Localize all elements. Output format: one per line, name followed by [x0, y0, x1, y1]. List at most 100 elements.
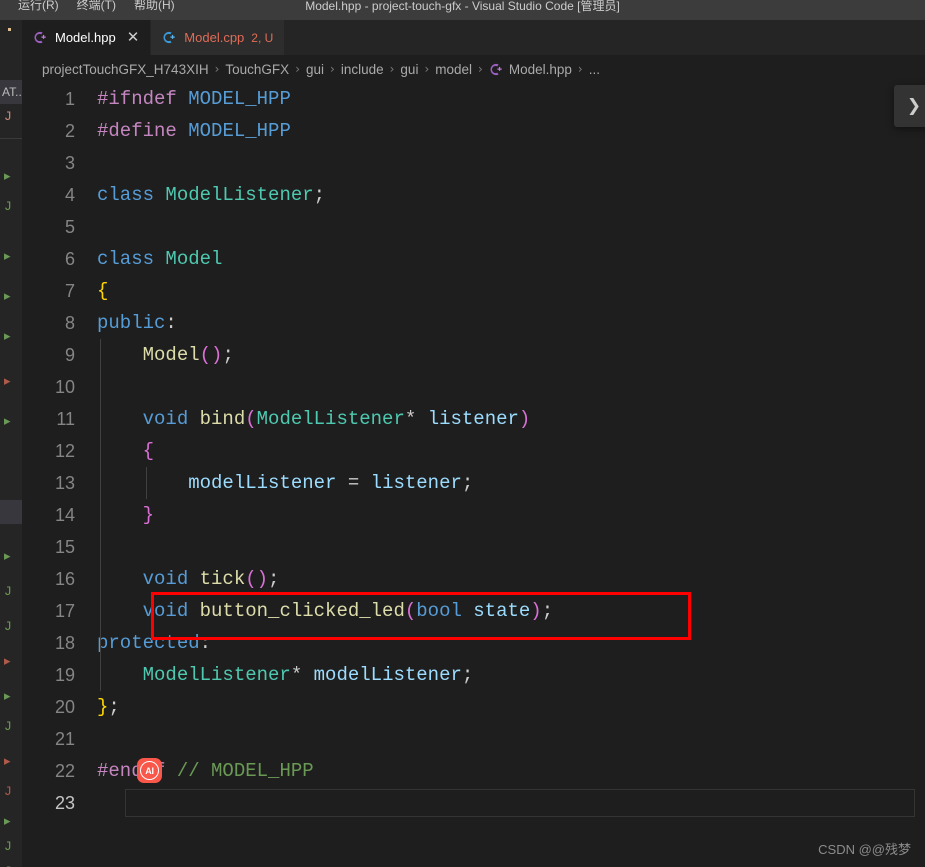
breadcrumb-separator-icon: › — [330, 62, 335, 76]
editor-tab-model-cpp[interactable]: Model.cpp 2, U — [151, 20, 286, 55]
code-line[interactable]: 17 void button_clicked_led(bool state); — [22, 595, 925, 627]
code-line-text: }; — [97, 696, 120, 718]
sidebar-divider — [0, 138, 22, 139]
sidebar-row-glyph[interactable]: ▸ — [4, 250, 14, 263]
breadcrumb-separator-icon: › — [478, 62, 483, 76]
current-line-highlight — [125, 789, 915, 817]
code-line-text: class Model — [97, 248, 223, 270]
indent-guide — [100, 403, 101, 435]
breadcrumb-item-3[interactable]: include — [341, 62, 384, 77]
menu-item-2[interactable]: 帮助(H) — [134, 0, 175, 20]
code-line[interactable]: 21 — [22, 723, 925, 755]
breadcrumb[interactable]: projectTouchGFX_H743XIH › TouchGFX › gui › inc… — [22, 55, 925, 83]
code-line[interactable]: 9 Model(); — [22, 339, 925, 371]
editor-group: Model.hpp ✕ Model.cpp 2, U projectTouchGFX_… — [22, 20, 925, 867]
code-line[interactable]: 16 void tick(); — [22, 563, 925, 595]
sidebar-row-glyph[interactable]: J — [4, 585, 14, 598]
code-line-text: void bind(ModelListener* listener) — [142, 408, 531, 430]
code-line[interactable]: 7{ — [22, 275, 925, 307]
explorer-sidebar-clipped[interactable]: AT...J▸J▸▸▸▸▸▸JJ▸▸J▸J▸JJ — [0, 20, 22, 867]
line-number: 16 — [54, 568, 75, 589]
code-line[interactable]: 11 void bind(ModelListener* listener) — [22, 403, 925, 435]
chevron-right-icon: ❯ — [906, 95, 922, 116]
sidebar-row-glyph[interactable]: ▸ — [4, 550, 14, 563]
code-line[interactable]: 23 — [22, 787, 925, 819]
sidebar-row-glyph[interactable]: ▸ — [4, 655, 14, 668]
code-line-text: public: — [97, 312, 177, 334]
line-number: 5 — [64, 216, 75, 237]
code-line[interactable]: 1 #ifndef MODEL_HPP — [22, 83, 925, 115]
line-number: 14 — [54, 504, 75, 525]
breadcrumb-separator-icon: › — [295, 62, 300, 76]
code-line[interactable]: 5 — [22, 211, 925, 243]
sidebar-row-glyph[interactable]: ▸ — [4, 170, 14, 183]
breadcrumb-item-4[interactable]: gui — [400, 62, 418, 77]
code-line-text: protected: — [97, 632, 212, 654]
breadcrumb-item-0[interactable]: projectTouchGFX_H743XIH — [42, 62, 209, 77]
code-line[interactable]: 15 — [22, 531, 925, 563]
code-line[interactable]: 3 — [22, 147, 925, 179]
code-line[interactable]: 2 #define MODEL_HPP — [22, 115, 925, 147]
cpp-source-file-icon — [162, 30, 177, 45]
line-number: 1 — [64, 88, 75, 109]
line-number: 15 — [54, 536, 75, 557]
sidebar-row-selected[interactable]: AT... — [0, 80, 22, 104]
line-number: 22 — [54, 760, 75, 781]
code-line-text: Model(); — [142, 344, 234, 366]
code-line[interactable]: 12 { — [22, 435, 925, 467]
code-line[interactable]: 19 ModelListener* modelListener; — [22, 659, 925, 691]
vscode-window: AT...J▸J▸▸▸▸▸▸JJ▸▸J▸J▸JJ Model.hpp - pro… — [0, 0, 925, 867]
sidebar-row-glyph[interactable]: ▸ — [4, 375, 14, 388]
breadcrumb-item-7[interactable]: ... — [589, 62, 600, 77]
code-editor[interactable]: 1 #ifndef MODEL_HPP 2 #define MODEL_HPP 3 4 cl… — [22, 83, 925, 867]
menu-bar[interactable]: 运行(R) 终端(T) 帮助(H) — [18, 0, 175, 20]
sidebar-row-glyph[interactable]: J — [4, 200, 14, 213]
menu-item-1[interactable]: 终端(T) — [77, 0, 116, 20]
sidebar-row-selected[interactable] — [0, 500, 22, 524]
code-line[interactable]: 8 public: — [22, 307, 925, 339]
breadcrumb-item-1[interactable]: TouchGFX — [225, 62, 289, 77]
line-number: 18 — [54, 632, 75, 653]
line-number: 2 — [64, 120, 75, 141]
breadcrumb-separator-icon: › — [424, 62, 430, 76]
watermark: CSDN @@残梦 — [818, 842, 911, 857]
editor-tab-model-hpp[interactable]: Model.hpp ✕ — [22, 20, 152, 55]
code-line-text: void tick(); — [142, 568, 280, 590]
ai-assistant-badge-icon[interactable]: AI — [137, 758, 162, 783]
line-number: 8 — [64, 312, 75, 333]
code-line[interactable]: 6 class Model — [22, 243, 925, 275]
sidebar-row-glyph[interactable]: J — [4, 620, 14, 633]
menu-item-0[interactable]: 运行(R) — [18, 0, 59, 20]
sidebar-row-glyph[interactable]: ▸ — [4, 330, 14, 343]
code-line[interactable]: 14 } — [22, 499, 925, 531]
sidebar-row-glyph[interactable]: J — [4, 110, 14, 123]
editor-tab-bar[interactable]: Model.hpp ✕ Model.cpp 2, U — [22, 20, 925, 55]
code-line[interactable]: 4 class ModelListener; — [22, 179, 925, 211]
sidebar-row-glyph[interactable]: J — [4, 840, 14, 853]
indent-guide — [100, 659, 101, 691]
code-line[interactable]: 18 protected: — [22, 627, 925, 659]
sidebar-row-glyph[interactable]: J — [4, 785, 14, 798]
line-number: 7 — [64, 280, 75, 301]
indent-guide — [100, 435, 101, 467]
title-bar: Model.hpp - project-touch-gfx - Visual S… — [0, 0, 925, 20]
sidebar-row-glyph[interactable]: ▸ — [4, 690, 14, 703]
code-line[interactable]: 20}; — [22, 691, 925, 723]
breadcrumb-item-5[interactable]: model — [435, 62, 472, 77]
close-icon[interactable]: ✕ — [127, 30, 140, 45]
sidebar-row-glyph[interactable]: J — [4, 720, 14, 733]
code-line[interactable]: 13 modelListener = listener; — [22, 467, 925, 499]
breadcrumb-item-2[interactable]: gui — [306, 62, 324, 77]
breadcrumb-separator-icon: › — [389, 62, 395, 76]
indent-guide — [100, 467, 101, 499]
breadcrumb-separator-icon: › — [577, 62, 583, 76]
code-line[interactable]: 10 — [22, 371, 925, 403]
line-number: 4 — [64, 184, 75, 205]
breadcrumb-item-6[interactable]: Model.hpp — [509, 62, 572, 77]
expand-right-panel-button[interactable]: ❯ — [894, 85, 925, 127]
code-line-text: #define MODEL_HPP — [97, 120, 291, 142]
sidebar-row-glyph[interactable]: ▸ — [4, 290, 14, 303]
sidebar-row-glyph[interactable]: ▸ — [4, 815, 14, 828]
sidebar-row-glyph[interactable]: ▸ — [4, 415, 14, 428]
sidebar-row-glyph[interactable]: ▸ — [4, 755, 14, 768]
